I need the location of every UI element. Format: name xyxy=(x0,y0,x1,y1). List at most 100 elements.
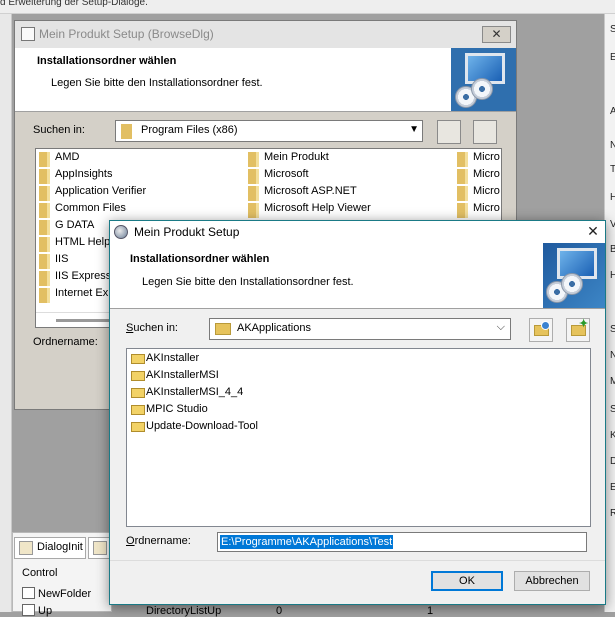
folder-icon xyxy=(248,169,259,184)
host-right-letter: B xyxy=(610,244,615,255)
list-item[interactable]: Internet Ex xyxy=(38,287,108,304)
list-item[interactable]: Microsoft Help Viewer xyxy=(247,202,371,219)
folder-name-value: E:\Programme\AKApplications\Test xyxy=(220,535,394,549)
list-item[interactable]: AKInstaller xyxy=(130,350,199,367)
host-right-letter: S xyxy=(610,404,615,415)
list-item-label: Update-Download-Tool xyxy=(146,420,258,432)
old-look-in-combo[interactable]: Program Files (x86) ▼ xyxy=(115,120,423,142)
folder-icon xyxy=(39,220,50,235)
ok-button[interactable]: OK xyxy=(431,571,503,591)
list-item-label: IIS xyxy=(55,253,69,265)
host-right-letter: D xyxy=(610,456,615,467)
folder-icon xyxy=(39,203,50,218)
list-item-label: Microsoft xyxy=(264,168,309,180)
list-item-label: IIS Express xyxy=(55,270,112,282)
folder-icon xyxy=(39,186,50,201)
setup-icon xyxy=(114,225,128,239)
plus-icon: ✦ xyxy=(579,318,589,330)
folder-name-input[interactable]: E:\Programme\AKApplications\Test xyxy=(217,532,587,552)
list-item[interactable]: MPIC Studio xyxy=(130,401,208,418)
list-item-label: Micro xyxy=(473,151,500,163)
host-top-text: d Erweiterung der Setup-Dialoge. xyxy=(0,0,148,8)
list-item-col4: 1 xyxy=(427,605,434,617)
list-item[interactable]: NewFolder xyxy=(22,587,91,600)
look-in-value: AKApplications xyxy=(237,322,311,334)
folder-icon xyxy=(457,152,468,167)
list-item[interactable]: Up xyxy=(22,604,52,617)
list-item[interactable]: Update-Download-Tool xyxy=(130,418,258,435)
host-right-letter: M xyxy=(610,376,615,387)
control-header: Control xyxy=(22,567,58,579)
old-title: Mein Produkt Setup (BrowseDlg) xyxy=(39,27,214,41)
folder-icon xyxy=(457,203,468,218)
host-right-letter: E xyxy=(610,52,615,63)
list-item-label: Internet Ex xyxy=(55,287,109,299)
list-item[interactable]: HTML Help xyxy=(38,236,110,253)
folder-icon xyxy=(131,422,145,432)
look-in-label: Suchen in: xyxy=(126,322,178,334)
list-item[interactable]: Microsoft xyxy=(247,168,309,185)
list-item[interactable]: Mein Produkt xyxy=(247,151,329,168)
list-item-label: AKInstallerMSI_4_4 xyxy=(146,386,244,398)
old-header: Installationsordner wählen Legen Sie bit… xyxy=(15,48,516,112)
list-item[interactable]: Application Verifier xyxy=(38,185,146,202)
folder-icon xyxy=(131,371,145,381)
folder-icon xyxy=(248,203,259,218)
old-new-folder-button[interactable] xyxy=(473,120,497,144)
close-button[interactable]: ✕ xyxy=(582,222,604,242)
folder-icon xyxy=(131,405,145,415)
old-title-bar: Mein Produkt Setup (BrowseDlg) ✕ xyxy=(15,21,516,48)
list-item[interactable]: Microsoft ASP.NET xyxy=(247,185,357,202)
list-item[interactable]: AMD xyxy=(38,151,79,168)
cancel-button[interactable]: Abbrechen xyxy=(514,571,590,591)
host-right-letter: R xyxy=(610,508,615,519)
list-item[interactable]: Micro xyxy=(456,202,500,219)
look-in-combo[interactable]: AKApplications ⌵ xyxy=(209,318,511,340)
folder-icon xyxy=(457,186,468,201)
setup-icon xyxy=(21,27,35,41)
list-item-label: Micro xyxy=(473,202,500,214)
list-item[interactable]: Micro xyxy=(456,168,500,185)
folder-icon xyxy=(121,124,132,139)
dialog-icon xyxy=(93,541,107,555)
list-item[interactable]: Common Files xyxy=(38,202,126,219)
folder-icon xyxy=(248,186,259,201)
folder-icon xyxy=(215,323,231,335)
new-folder-button[interactable]: ✦ xyxy=(566,318,590,342)
list-item[interactable]: IIS Express xyxy=(38,270,111,287)
dialog-icon xyxy=(19,541,33,555)
list-item[interactable]: Micro xyxy=(456,185,500,202)
banner-image xyxy=(543,243,605,308)
list-item-col2: DirectoryListUp xyxy=(146,605,222,617)
disc-icon xyxy=(561,273,583,295)
list-item[interactable]: IIS xyxy=(38,253,68,270)
host-right-letter: N xyxy=(610,140,615,151)
host-right-letter: H xyxy=(610,270,615,281)
list-item[interactable]: AppInsights xyxy=(38,168,112,185)
list-item-label: HTML Help xyxy=(55,236,111,248)
folder-icon xyxy=(39,288,50,303)
list-item[interactable]: Micro xyxy=(456,151,500,168)
checkbox[interactable] xyxy=(22,587,35,599)
up-arrow-icon xyxy=(541,321,550,330)
old-header-subtitle: Legen Sie bitte den Installationsordner … xyxy=(51,77,263,89)
header-subtitle: Legen Sie bitte den Installationsordner … xyxy=(142,276,354,288)
tab-dialoginit[interactable]: DialogInit xyxy=(14,537,86,559)
folder-icon xyxy=(39,152,50,167)
list-item[interactable]: G DATA xyxy=(38,219,94,236)
list-item[interactable]: AKInstallerMSI xyxy=(130,367,219,384)
old-header-title: Installationsordner wählen xyxy=(37,55,177,67)
host-right-letter: A xyxy=(610,106,615,117)
old-look-in-value: Program Files (x86) xyxy=(141,124,238,136)
old-close-button[interactable]: ✕ xyxy=(482,26,511,43)
folder-icon xyxy=(39,271,50,286)
chevron-down-icon: ⌵ xyxy=(496,321,505,333)
up-folder-button[interactable] xyxy=(529,318,553,342)
old-up-folder-button[interactable] xyxy=(437,120,461,144)
folder-list[interactable]: AKInstaller AKInstallerMSI AKInstallerMS… xyxy=(126,348,591,527)
folder-icon xyxy=(131,388,145,398)
list-item-label: AKInstaller xyxy=(146,352,200,364)
checkbox[interactable] xyxy=(22,604,35,616)
disc-icon xyxy=(471,78,493,100)
list-item[interactable]: AKInstallerMSI_4_4 xyxy=(130,384,243,401)
